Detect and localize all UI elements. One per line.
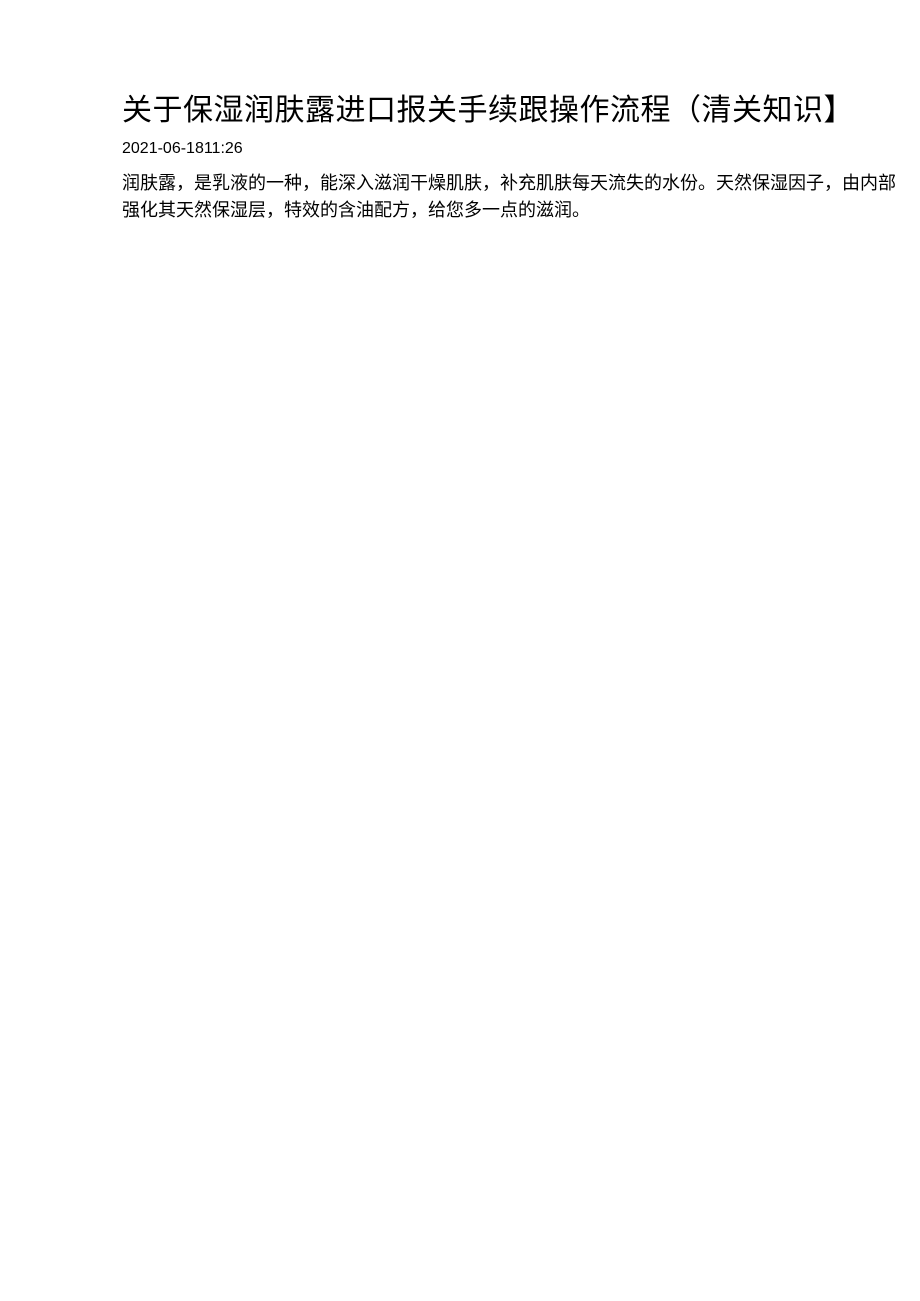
article-title: 关于保湿润肤露进口报关手续跟操作流程（清关知识】 — [122, 90, 902, 132]
article-container: 关于保湿润肤露进口报关手续跟操作流程（清关知识】 2021-06-1811:26… — [122, 90, 902, 224]
article-body: 润肤露，是乳液的一种，能深入滋润干燥肌肤，补充肌肤每天流失的水份。天然保湿因子，… — [122, 170, 902, 224]
article-timestamp: 2021-06-1811:26 — [122, 140, 902, 158]
